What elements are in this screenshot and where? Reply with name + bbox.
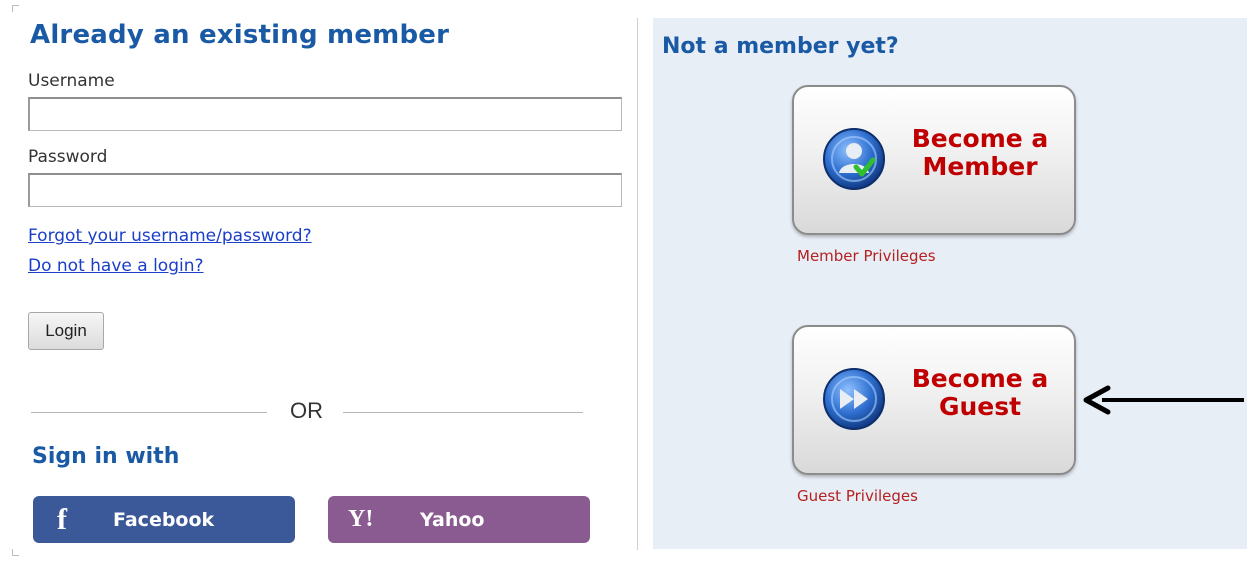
username-label: Username bbox=[28, 71, 115, 91]
become-member-line2: Member bbox=[922, 152, 1038, 181]
user-check-icon bbox=[823, 128, 885, 190]
become-member-button[interactable]: Become a Member bbox=[792, 85, 1076, 235]
login-panel: Already an existing member Username Pass… bbox=[0, 0, 636, 561]
facebook-label: Facebook bbox=[113, 508, 215, 531]
member-privileges-link[interactable]: Member Privileges bbox=[797, 247, 936, 265]
or-separator: OR bbox=[290, 398, 323, 423]
become-guest-button[interactable]: Become a Guest bbox=[792, 325, 1076, 475]
login-title: Already an existing member bbox=[30, 20, 450, 50]
become-member-text: Become a Member bbox=[892, 125, 1068, 181]
register-panel: Not a member yet? Become a Member Member… bbox=[653, 18, 1247, 549]
login-button[interactable]: Login bbox=[28, 312, 104, 350]
fast-forward-icon bbox=[823, 368, 885, 430]
yahoo-label: Yahoo bbox=[420, 508, 485, 531]
left-arrow-icon bbox=[1083, 385, 1244, 415]
facebook-signin-button[interactable]: f Facebook bbox=[33, 496, 295, 543]
guest-privileges-link[interactable]: Guest Privileges bbox=[797, 487, 918, 505]
panel-divider bbox=[637, 18, 638, 550]
username-input[interactable] bbox=[28, 97, 622, 131]
become-guest-line2: Guest bbox=[938, 392, 1022, 421]
become-guest-text: Become a Guest bbox=[892, 365, 1068, 421]
register-title: Not a member yet? bbox=[662, 34, 899, 59]
password-label: Password bbox=[28, 147, 108, 167]
facebook-icon: f bbox=[57, 502, 67, 536]
or-divider-right bbox=[343, 412, 583, 413]
become-guest-line1: Become a bbox=[911, 364, 1049, 393]
forgot-credentials-link[interactable]: Forgot your username/password? bbox=[28, 226, 312, 246]
no-login-link[interactable]: Do not have a login? bbox=[28, 256, 204, 276]
or-divider-left bbox=[31, 412, 267, 413]
password-input[interactable] bbox=[28, 173, 622, 207]
yahoo-signin-button[interactable]: Y! Yahoo bbox=[328, 496, 590, 543]
yahoo-icon: Y! bbox=[348, 506, 374, 532]
become-member-line1: Become a bbox=[911, 124, 1049, 153]
sign-in-with-heading: Sign in with bbox=[32, 444, 180, 469]
